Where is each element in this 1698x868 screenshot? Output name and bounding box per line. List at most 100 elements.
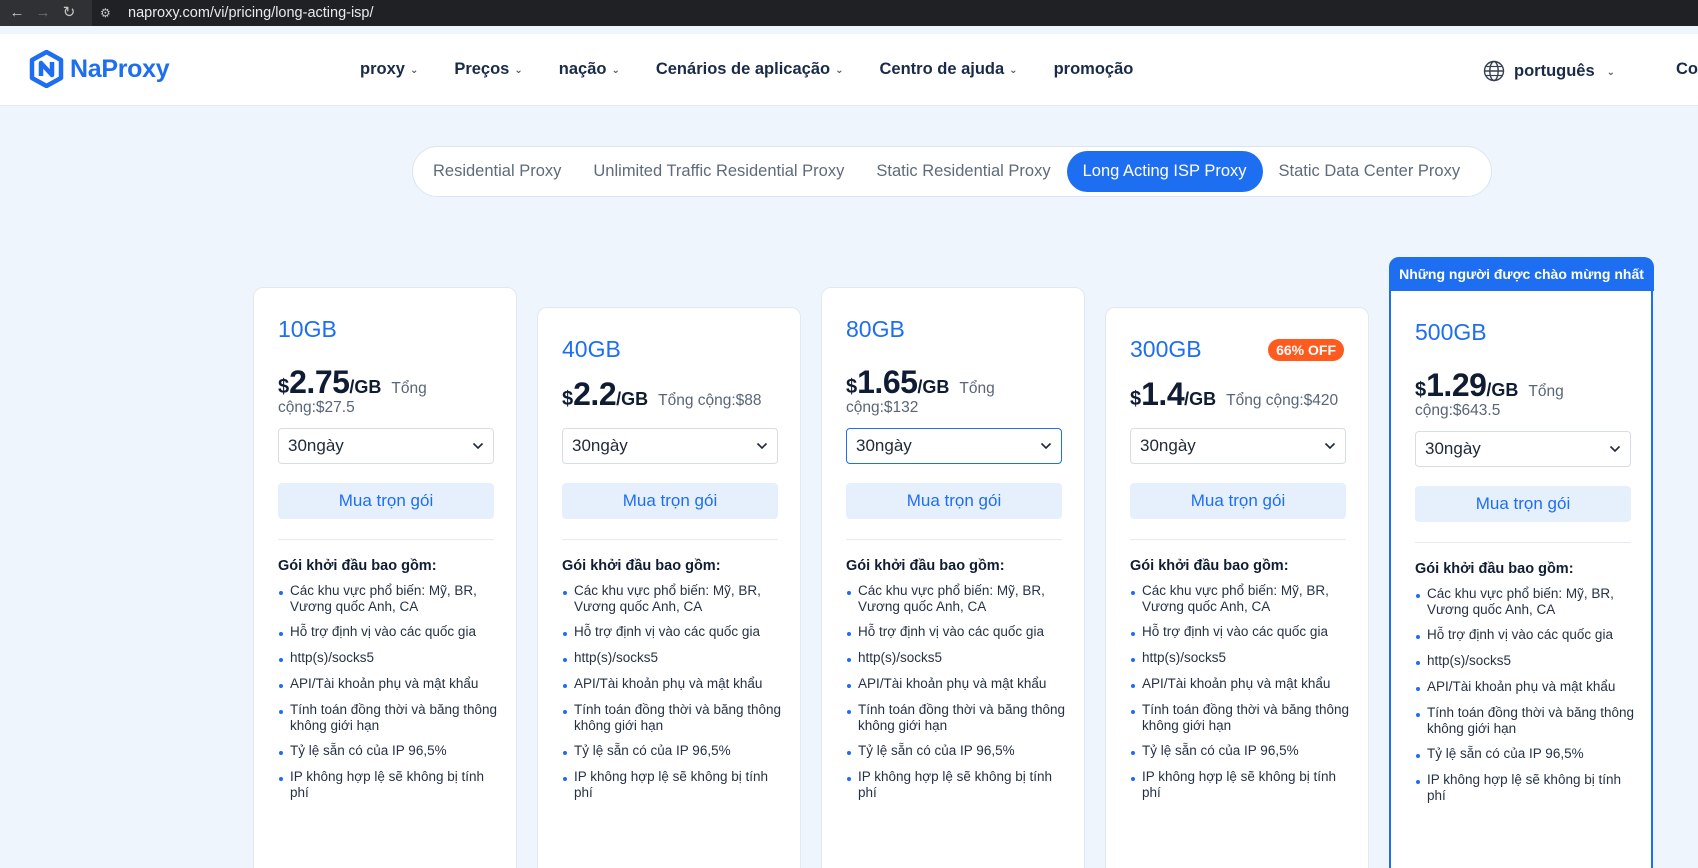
duration-value: 30ngày (1425, 439, 1481, 458)
features-list: Các khu vực phổ biến: Mỹ, BR, Vương quốc… (1130, 583, 1350, 811)
feature-item: Các khu vực phổ biến: Mỹ, BR, Vương quốc… (1415, 586, 1635, 618)
feature-item: Hỗ trợ định vị vào các quốc gia (562, 624, 782, 640)
currency-symbol: $ (562, 388, 574, 410)
divider (1130, 539, 1346, 540)
plan-size: 300GB (1130, 336, 1202, 362)
arrow-left-icon[interactable]: ← (8, 4, 26, 22)
pricing-card: 40GB $2.2/GB Tổng cộng:$88 30ngày Mua trọ… (537, 307, 801, 868)
chevron-down-icon (472, 442, 484, 450)
feature-item: http(s)/socks5 (1415, 653, 1635, 669)
feature-item: API/Tài khoản phụ và mật khẩu (562, 676, 782, 692)
tab-unlimited-traffic-residential-proxy[interactable]: Unlimited Traffic Residential Proxy (577, 151, 860, 192)
duration-select[interactable]: 30ngày (846, 428, 1062, 464)
reload-icon[interactable]: ↻ (60, 4, 78, 22)
nav-item-promotion[interactable]: promoção (1054, 60, 1134, 79)
duration-select[interactable]: 30ngày (1130, 428, 1346, 464)
logo-text: NaProxy (70, 54, 170, 83)
arrow-right-icon[interactable]: → (34, 4, 52, 22)
chevron-down-icon: ⌄ (611, 65, 620, 76)
duration-value: 30ngày (856, 436, 912, 455)
language-selector[interactable]: português ⌄ (1483, 60, 1615, 82)
price-value: 2.2 (573, 376, 617, 412)
total-price-label: Tổng cộng:$420 (1226, 392, 1339, 409)
total-price-label: Tổng (1528, 383, 1564, 400)
price-value: 2.75 (289, 364, 350, 400)
features-list: Các khu vực phổ biến: Mỹ, BR, Vương quốc… (846, 583, 1066, 811)
price-unit: /GB (1184, 389, 1217, 409)
nav-item-scenarios[interactable]: Cenários de aplicação ⌄ (656, 60, 844, 79)
logo[interactable]: NaProxy (29, 50, 170, 88)
feature-item: API/Tài khoản phụ và mật khẩu (278, 676, 498, 692)
feature-item: Hỗ trợ định vị vào các quốc gia (278, 624, 498, 640)
feature-item: Tỷ lệ sẵn có của IP 96,5% (562, 743, 782, 759)
feature-item: Tính toán đồng thời và băng thông không … (846, 702, 1066, 734)
chevron-down-icon (1609, 445, 1621, 453)
price-value: 1.29 (1426, 367, 1487, 403)
nav-item-country[interactable]: nação ⌄ (559, 60, 620, 79)
tab-long-acting-isp-proxy[interactable]: Long Acting ISP Proxy (1066, 151, 1263, 192)
site-info-icon[interactable]: ⚙ (100, 5, 116, 21)
feature-item: Tính toán đồng thời và băng thông không … (1130, 702, 1350, 734)
tab-static-residential-proxy[interactable]: Static Residential Proxy (860, 151, 1066, 192)
nav-item-proxy[interactable]: proxy ⌄ (360, 60, 418, 79)
nav-item-pricing[interactable]: Preços ⌄ (454, 60, 522, 79)
divider (562, 539, 778, 540)
features-title: Gói khởi đầu bao gồm: (1415, 561, 1574, 577)
nav-label: nação (558, 60, 607, 78)
globe-icon (1483, 60, 1505, 82)
address-bar[interactable]: ⚙ naproxy.com/vi/pricing/long-acting-isp… (92, 0, 1698, 26)
duration-select[interactable]: 30ngày (278, 428, 494, 464)
duration-select[interactable]: 30ngày (1415, 431, 1631, 467)
feature-item: http(s)/socks5 (278, 650, 498, 666)
nav-label: promoção (1053, 60, 1134, 78)
nav-item-help[interactable]: Centro de ajuda ⌄ (879, 60, 1017, 79)
divider (846, 539, 1062, 540)
nav-label: Centro de ajuda (879, 60, 1005, 78)
product-tabs: Residential Proxy Unlimited Traffic Resi… (412, 146, 1492, 197)
feature-item: Tính toán đồng thời và băng thông không … (1415, 705, 1635, 737)
feature-item: IP không hợp lệ sẽ không bị tính phí (278, 769, 498, 801)
price-row: $2.2/GB Tổng cộng:$88 (562, 376, 778, 413)
buy-package-button[interactable]: Mua trọn gói (846, 483, 1062, 519)
browser-toolbar: ← → ↻ ⚙ naproxy.com/vi/pricing/long-acti… (0, 0, 1698, 26)
feature-item: Tính toán đồng thời và băng thông không … (562, 702, 782, 734)
main-nav: proxy ⌄ Preços ⌄ nação ⌄ Cenários de aplica… (360, 60, 1169, 79)
feature-item: Hỗ trợ định vị vào các quốc gia (1130, 624, 1350, 640)
pricing-card: 300GB 66% OFF $1.4/GB Tổng cộng:$420 30ng… (1105, 307, 1369, 868)
chevron-down-icon: ⌄ (514, 65, 523, 76)
buy-package-button[interactable]: Mua trọn gói (562, 483, 778, 519)
currency-symbol: $ (846, 376, 858, 398)
duration-select[interactable]: 30ngày (562, 428, 778, 464)
tab-static-data-center-proxy[interactable]: Static Data Center Proxy (1263, 151, 1477, 192)
total-price-value: cộng:$132 (846, 399, 919, 416)
feature-item: IP không hợp lệ sẽ không bị tính phí (1415, 772, 1635, 804)
feature-item: API/Tài khoản phụ và mật khẩu (1130, 676, 1350, 692)
total-price-value: cộng:$643.5 (1415, 402, 1501, 419)
duration-value: 30ngày (572, 436, 628, 455)
plan-size: 40GB (562, 336, 621, 362)
buy-package-button[interactable]: Mua trọn gói (278, 483, 494, 519)
feature-item: Hỗ trợ định vị vào các quốc gia (1415, 627, 1635, 643)
nav-label: Cenários de aplicação (655, 60, 831, 78)
price-unit: /GB (349, 377, 382, 397)
nav-label: Preços (454, 60, 510, 78)
tab-residential-proxy[interactable]: Residential Proxy (417, 151, 577, 192)
feature-item: Tỷ lệ sẵn có của IP 96,5% (846, 743, 1066, 759)
chevron-down-icon: ⌄ (1009, 65, 1018, 76)
feature-item: IP không hợp lệ sẽ không bị tính phí (1130, 769, 1350, 801)
buy-package-button[interactable]: Mua trọn gói (1415, 486, 1631, 522)
price-unit: /GB (616, 389, 649, 409)
feature-item: API/Tài khoản phụ và mật khẩu (846, 676, 1066, 692)
chevron-down-icon (1324, 442, 1336, 450)
chevron-down-icon (756, 442, 768, 450)
header-truncated-link[interactable]: Co (1676, 60, 1698, 79)
discount-badge: 66% OFF (1268, 339, 1344, 361)
feature-item: Tỷ lệ sẵn có của IP 96,5% (1415, 746, 1635, 762)
duration-value: 30ngày (288, 436, 344, 455)
feature-item: IP không hợp lệ sẽ không bị tính phí (846, 769, 1066, 801)
currency-symbol: $ (1415, 379, 1427, 401)
naproxy-logo-icon (29, 50, 64, 88)
feature-item: http(s)/socks5 (846, 650, 1066, 666)
buy-package-button[interactable]: Mua trọn gói (1130, 483, 1346, 519)
pricing-card: 10GB $2.75/GB Tổng cộng:$27.5 30ngày Mua … (253, 287, 517, 868)
